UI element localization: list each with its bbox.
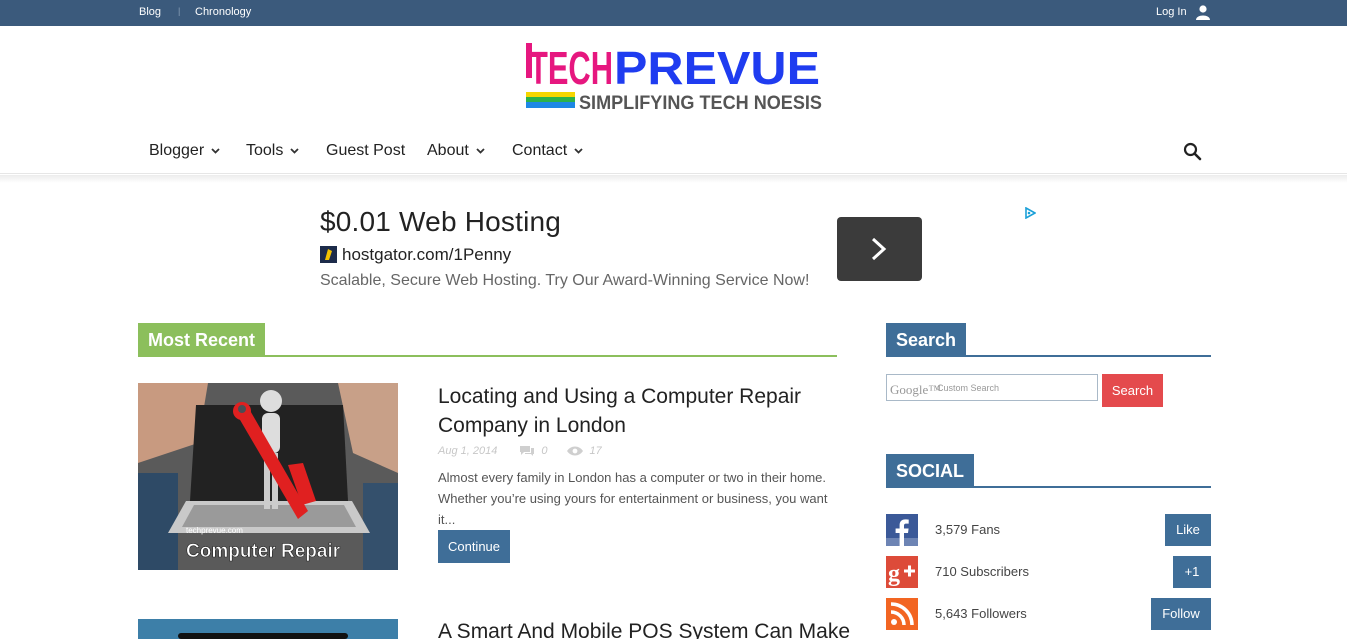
chevron-down-icon xyxy=(211,148,220,154)
nav-label: Contact xyxy=(512,142,568,159)
search-button[interactable]: Search xyxy=(1102,374,1163,407)
search-input[interactable]: Google™ Custom Search xyxy=(886,374,1098,401)
ad-arrow-button[interactable] xyxy=(837,217,922,281)
nav-item-about[interactable]: About xyxy=(427,142,485,160)
topbar-separator: | xyxy=(178,6,181,16)
facebook-icon[interactable] xyxy=(886,514,918,546)
nav-item-guest-post[interactable]: Guest Post xyxy=(326,142,405,160)
ad-favicon-icon xyxy=(320,246,337,263)
section-title: Most Recent xyxy=(138,323,266,355)
post-thumbnail[interactable]: techprevue.com Computer Repair xyxy=(138,383,398,570)
ad-url[interactable]: hostgator.com/1Penny xyxy=(342,245,511,265)
like-button[interactable]: Like xyxy=(1165,514,1211,546)
comment-icon xyxy=(520,446,535,456)
rss-icon[interactable] xyxy=(886,598,918,630)
chevron-down-icon xyxy=(290,148,299,154)
ad-description: Scalable, Secure Web Hosting. Try Our Aw… xyxy=(320,272,810,289)
thumb-caption: Computer Repair xyxy=(186,541,341,562)
nav-label: Blogger xyxy=(149,142,205,159)
topbar-link-chronology[interactable]: Chronology xyxy=(195,6,251,18)
comment-count: 0 xyxy=(541,445,548,457)
rss-count: 5,643 Followers xyxy=(935,606,1027,621)
nav-shadow xyxy=(0,175,1347,183)
top-bar: Blog | Chronology Log In xyxy=(0,0,1347,26)
facebook-count: 3,579 Fans xyxy=(935,522,1001,537)
logo-word-tech: TECH xyxy=(529,43,613,94)
nav-item-contact[interactable]: Contact xyxy=(512,142,583,160)
topbar-link-blog[interactable]: Blog xyxy=(139,6,161,18)
main-navigation: Blogger Tools Guest Post About Contact xyxy=(0,130,1347,174)
social-widget-header: SOCIAL xyxy=(886,454,1211,488)
chevron-right-icon xyxy=(871,237,887,261)
chevron-down-icon xyxy=(574,148,583,154)
search-widget-header: Search xyxy=(886,323,1211,357)
continue-button[interactable]: Continue xyxy=(438,530,510,563)
post-thumbnail[interactable] xyxy=(138,619,398,639)
logo-word-prevue: PREVUE xyxy=(614,43,820,94)
post-title[interactable]: A Smart And Mobile POS System Can Make xyxy=(438,617,858,639)
nav-label: Guest Post xyxy=(326,142,406,159)
search-placeholder: Custom Search xyxy=(937,383,1000,393)
login-link[interactable]: Log In xyxy=(1156,6,1187,18)
google-plus-icon[interactable]: g xyxy=(886,556,918,588)
follow-button[interactable]: Follow xyxy=(1151,598,1211,630)
view-count: 17 xyxy=(589,445,602,457)
site-logo[interactable]: TECH PREVUE SIMPLIFYING TECH NOESIS xyxy=(526,43,822,113)
post-date: Aug 1, 2014 xyxy=(438,445,498,457)
user-icon[interactable] xyxy=(1196,5,1210,20)
post-excerpt: Almost every family in London has a comp… xyxy=(438,470,828,527)
adchoices-icon[interactable] xyxy=(1024,207,1036,219)
post-title[interactable]: Locating and Using a Computer Repair Com… xyxy=(438,382,828,440)
logo-tagline: SIMPLIFYING TECH NOESIS xyxy=(579,93,822,113)
plus-one-button[interactable]: +1 xyxy=(1173,556,1211,588)
widget-rule xyxy=(886,355,1211,357)
nav-label: Tools xyxy=(246,142,284,159)
eye-icon xyxy=(567,446,584,456)
widget-title: SOCIAL xyxy=(886,454,975,486)
nav-item-blogger[interactable]: Blogger xyxy=(149,142,220,160)
google-plus-count: 710 Subscribers xyxy=(935,564,1029,579)
most-recent-header: Most Recent xyxy=(138,323,837,357)
widget-rule xyxy=(886,486,1211,488)
nav-item-tools[interactable]: Tools xyxy=(246,142,299,160)
ad-title[interactable]: $0.01 Web Hosting xyxy=(320,206,561,238)
section-rule xyxy=(138,355,837,357)
google-brand: Google™ xyxy=(890,382,942,397)
thumb-site: techprevue.com xyxy=(186,526,243,535)
svg-text:g: g xyxy=(888,561,900,587)
chevron-down-icon xyxy=(476,148,485,154)
post-meta: Aug 1, 2014 0 17 xyxy=(438,445,602,457)
nav-label: About xyxy=(427,142,469,159)
search-icon[interactable] xyxy=(1183,142,1202,161)
widget-title: Search xyxy=(886,323,967,355)
